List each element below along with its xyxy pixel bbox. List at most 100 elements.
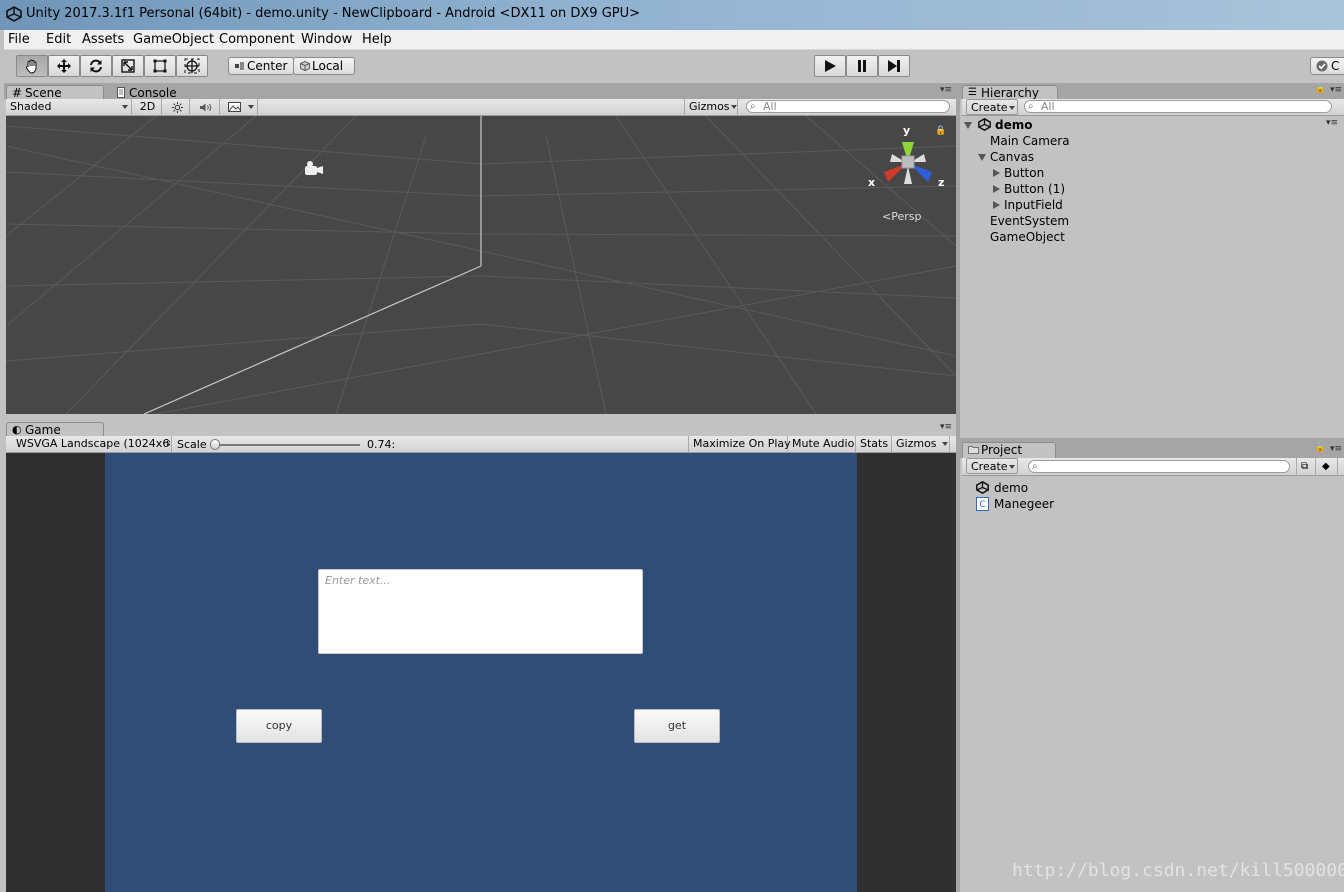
panel-menu-icon[interactable]: ▾≡ [1330,85,1342,95]
game-text-input[interactable]: Enter text... [318,569,643,654]
panel-menu-icon[interactable]: ▾≡ [1330,444,1342,454]
lock-icon[interactable]: 🔒 [1315,84,1326,94]
lock-icon[interactable]: 🔒 [1315,443,1326,453]
step-button[interactable] [878,55,910,77]
scene-tabstrip: # Scene Console ▾≡ [4,83,956,101]
project-item-demo[interactable]: demo [976,481,1028,495]
mute-audio-toggle[interactable]: Mute Audio [788,436,856,453]
csharp-script-icon: C [976,497,989,511]
tag-icon: ◆ [1322,461,1330,472]
tab-project[interactable]: Project [962,442,1056,458]
project-search-input[interactable]: ⌕ [1028,460,1290,473]
step-icon [888,60,900,72]
scale-tool-button[interactable] [112,55,144,77]
mute-label: Mute Audio [792,437,855,450]
play-button[interactable] [814,55,846,77]
menu-file[interactable]: File [8,32,30,47]
button-label: Button [1004,166,1045,180]
panel-menu-icon[interactable]: ▾≡ [940,85,952,95]
tab-game-label: Game [25,423,61,437]
2d-toggle[interactable]: 2D [134,99,162,116]
collapse-arrow-icon[interactable] [993,169,1000,177]
scale-icon [121,59,135,73]
search-by-type-button[interactable]: ⧉ [1296,458,1316,475]
create-label: Create [971,101,1008,114]
menu-component[interactable]: Component [219,32,294,47]
watermark: http://blog.csdn.net/kill500000 [1012,860,1344,881]
get-button[interactable]: get [634,709,720,743]
expand-arrow-icon[interactable] [978,154,986,161]
button-1-label: Button (1) [1004,182,1066,196]
audio-toggle[interactable] [194,99,220,116]
collapse-arrow-icon[interactable] [993,185,1000,193]
stats-label: Stats [860,437,889,450]
lighting-toggle[interactable] [166,99,190,116]
scene-grid [6,116,956,414]
resolution-dropdown[interactable]: WSVGA Landscape (1024x6 ⇕ [12,436,172,453]
hand-icon [25,59,37,74]
scale-value: 0.74: [367,438,396,451]
game-gizmos-dropdown[interactable]: Gizmos [892,436,950,453]
stats-toggle[interactable]: Stats [856,436,892,453]
tab-console-label: Console [129,86,177,100]
scale-slider-track[interactable] [212,444,360,446]
tree-row-button-1[interactable]: Button (1) [992,182,1065,196]
tree-row-eventsystem[interactable]: EventSystem [990,214,1069,228]
shading-dropdown[interactable]: Shaded [6,99,132,116]
maximize-on-play-toggle[interactable]: Maximize On Play [688,436,791,453]
hand-tool-button[interactable] [16,55,48,77]
rect-tool-button[interactable] [144,55,176,77]
pivot-label: Center [247,59,288,73]
scene-viewport[interactable]: y x z <Persp 🔒 [6,116,956,414]
tree-row-canvas[interactable]: Canvas [978,150,1034,164]
scene-search-placeholder: All [763,100,777,113]
tree-row-gameobject[interactable]: GameObject [990,230,1065,244]
tree-row-button[interactable]: Button [992,166,1044,180]
tree-row-inputfield[interactable]: InputField [992,198,1063,212]
collab-button[interactable]: C [1310,57,1344,75]
game-icon: ◐ [12,423,22,436]
tree-row-scene[interactable]: demo ▾≡ [964,118,1342,134]
pause-button[interactable] [846,55,878,77]
lock-icon[interactable]: 🔒 [935,126,946,136]
copy-button[interactable]: copy [236,709,322,743]
pivot-center-toggle[interactable]: Center [228,57,294,75]
persp-label[interactable]: <Persp [882,210,921,223]
project-create-label: Create [971,460,1008,473]
search-by-label-button[interactable]: ◆ [1318,458,1338,475]
collapse-arrow-icon[interactable] [993,201,1000,209]
space-local-toggle[interactable]: Local [293,57,355,75]
hierarchy-control-bar: Create ⌕ All [962,99,1344,116]
scale-slider-thumb[interactable] [210,439,220,450]
panel-menu-icon[interactable]: ▾≡ [940,422,952,432]
list-icon: ☰ [968,87,977,98]
hierarchy-create-dropdown[interactable]: Create [966,99,1018,115]
rotate-tool-button[interactable] [80,55,112,77]
expand-arrow-icon[interactable] [964,122,972,129]
menu-help[interactable]: Help [362,32,392,47]
image-icon [228,102,241,112]
hierarchy-tabstrip: ☰ Hierarchy 🔒 ▾≡ [960,83,1344,101]
move-tool-button[interactable] [48,55,80,77]
hierarchy-tree: demo ▾≡ Main Camera Canvas Button Button… [960,116,1344,436]
menu-edit[interactable]: Edit [46,32,71,47]
menu-gameobject[interactable]: GameObject [133,32,214,47]
camera-gizmo-icon[interactable] [305,161,323,175]
orientation-gizmo[interactable]: y x z <Persp [868,122,950,226]
svg-text:C: C [979,500,985,510]
space-label: Local [312,59,344,73]
scene-options-icon[interactable]: ▾≡ [1326,118,1338,128]
effects-dropdown[interactable] [224,99,258,116]
scene-search-input[interactable]: ⌕ All [746,100,950,113]
project-create-dropdown[interactable]: Create [966,458,1018,474]
menu-window[interactable]: Window [301,32,352,47]
dropdown-arrow-icon [1009,465,1015,469]
gizmos-dropdown[interactable]: Gizmos [684,99,738,116]
project-item-manegeer[interactable]: C Manegeer [976,497,1054,511]
transform-tool-button[interactable] [176,55,208,77]
window-title: Unity 2017.3.1f1 Personal (64bit) - demo… [26,6,641,21]
menu-assets[interactable]: Assets [82,32,124,47]
gizmos-label: Gizmos [689,100,730,113]
hierarchy-search-input[interactable]: ⌕ All [1024,100,1332,113]
tree-row-main-camera[interactable]: Main Camera [990,134,1070,148]
